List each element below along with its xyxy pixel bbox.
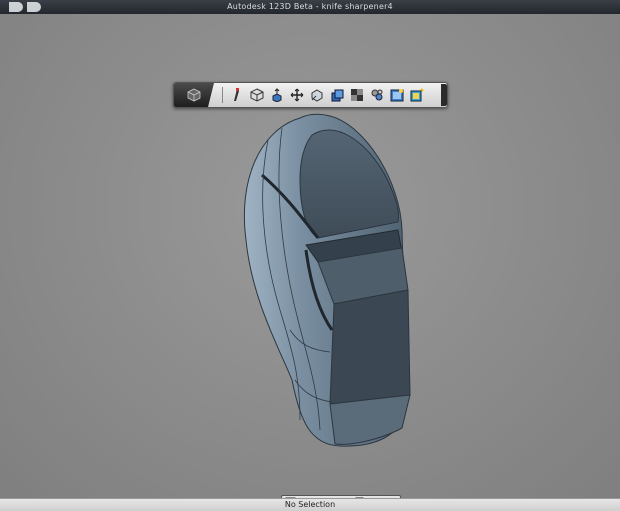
primitives-box-icon[interactable]: [248, 86, 266, 104]
construct-extrude-icon[interactable]: [268, 86, 286, 104]
app-logo: [8, 2, 46, 12]
pattern-icon[interactable]: [308, 86, 326, 104]
status-bar: No Selection: [0, 498, 620, 511]
view-cube-icon: [187, 88, 201, 102]
toolbar-separator: [222, 87, 223, 103]
material-icon[interactable]: [388, 86, 406, 104]
3d-viewport[interactable]: [0, 14, 620, 510]
window-title-bar: Autodesk 123D Beta - knife sharpener4: [0, 0, 620, 14]
snap-icon[interactable]: [408, 86, 426, 104]
window-title: Autodesk 123D Beta - knife sharpener4: [227, 2, 393, 11]
group-icon[interactable]: [328, 86, 346, 104]
main-toolbar: [173, 82, 448, 108]
sketch-pencil-icon[interactable]: [228, 86, 246, 104]
measure-icon[interactable]: [368, 86, 386, 104]
status-text: No Selection: [284, 500, 336, 509]
combine-icon[interactable]: [348, 86, 366, 104]
toolbar-endcap: [441, 84, 447, 106]
modify-move-icon[interactable]: [288, 86, 306, 104]
view-cube[interactable]: [174, 83, 214, 107]
